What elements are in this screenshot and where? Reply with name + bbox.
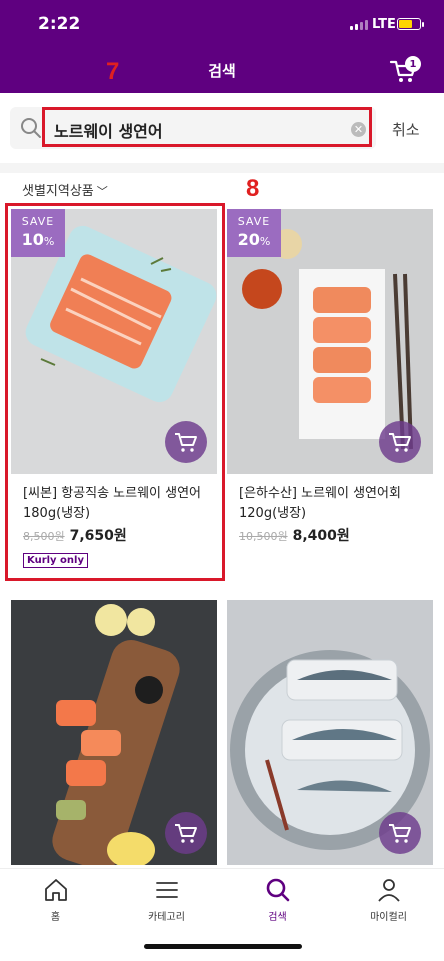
add-to-cart-button[interactable] bbox=[379, 812, 421, 854]
search-input[interactable]: 노르웨이 생연어 bbox=[54, 118, 163, 142]
discount-unit: % bbox=[259, 235, 271, 248]
nav-mykurly[interactable]: 마이컬리 bbox=[333, 877, 444, 923]
search-icon bbox=[21, 118, 41, 138]
home-icon bbox=[44, 879, 67, 901]
status-time: 2:22 bbox=[38, 14, 81, 34]
network-label: LTE bbox=[372, 17, 396, 32]
save-label: SAVE bbox=[237, 215, 271, 228]
menu-icon bbox=[155, 882, 178, 898]
cart-count-badge: 1 bbox=[405, 56, 421, 72]
add-to-cart-button[interactable] bbox=[165, 812, 207, 854]
annotation-7: 7 bbox=[106, 58, 120, 85]
discount-badge: SAVE 20% bbox=[227, 209, 281, 257]
chevron-down-icon: ﹀ bbox=[96, 185, 108, 198]
cart-icon bbox=[389, 433, 411, 452]
sale-price: 8,400원 bbox=[292, 528, 350, 544]
cart-icon bbox=[175, 824, 197, 843]
cancel-button[interactable]: 취소 bbox=[392, 119, 420, 140]
nav-category-label: 카테고리 bbox=[148, 912, 185, 923]
product-highlight bbox=[5, 203, 225, 581]
discount-value: 20 bbox=[237, 230, 260, 249]
nav-search[interactable]: 검색 bbox=[222, 877, 333, 923]
region-filter[interactable]: 샛별지역상품 ﹀ bbox=[22, 180, 108, 199]
add-to-cart-button[interactable] bbox=[379, 421, 421, 463]
clear-icon[interactable]: ✕ bbox=[351, 122, 366, 137]
product-price: 10,500원 8,400원 bbox=[239, 525, 350, 545]
battery-icon bbox=[397, 18, 421, 30]
user-icon bbox=[377, 879, 400, 902]
cart-icon bbox=[389, 824, 411, 843]
product-name[interactable]: [은하수산] 노르웨이 생연어회 120g(냉장) bbox=[239, 484, 429, 524]
signal-icon bbox=[350, 20, 368, 30]
region-filter-label: 샛별지역상품 bbox=[22, 184, 94, 199]
page-title: 검색 bbox=[208, 62, 236, 80]
original-price: 10,500원 bbox=[239, 530, 288, 543]
nav-home-label: 홈 bbox=[50, 912, 61, 923]
nav-mykurly-label: 마이컬리 bbox=[370, 912, 407, 923]
battery-tip bbox=[422, 22, 424, 27]
divider bbox=[0, 163, 444, 173]
search-icon bbox=[266, 878, 289, 902]
annotation-8: 8 bbox=[246, 175, 260, 202]
home-indicator bbox=[144, 944, 302, 949]
nav-home[interactable]: 홈 bbox=[0, 877, 111, 923]
nav-category[interactable]: 카테고리 bbox=[111, 877, 222, 923]
app-header: 2:22 LTE 검색 1 bbox=[0, 0, 444, 93]
nav-search-label: 검색 bbox=[268, 912, 287, 923]
